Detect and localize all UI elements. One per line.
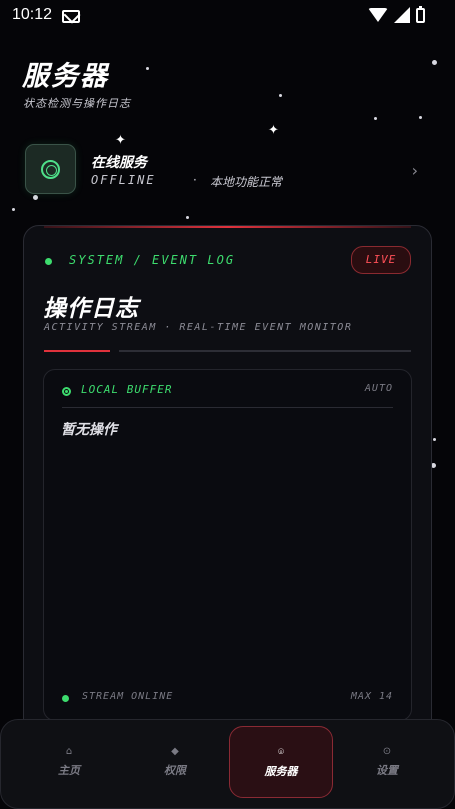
status-time: 10:12: [12, 6, 53, 23]
status-bar: 10:12: [0, 0, 455, 32]
page-title: 服务器: [22, 61, 109, 92]
nav-label: 权限: [164, 764, 186, 777]
buffer-max: MAX 14: [350, 691, 393, 702]
bottom-nav: ⌂ 主页 ◆ 权限 ⌾ 服务器 ⊙ 设置: [0, 719, 455, 809]
page-subtitle: 状态检测与操作日志: [23, 97, 131, 110]
service-icon-tile: [25, 144, 76, 194]
empty-state-text: 暂无操作: [61, 422, 117, 438]
local-buffer-panel[interactable]: LOCAL BUFFER AUTO 暂无操作 STREAM ONLINE MAX…: [43, 369, 412, 721]
home-icon: ⌂: [65, 746, 73, 757]
progress-track: [119, 350, 411, 352]
nav-label: 主页: [58, 764, 80, 777]
online-service-row[interactable]: 在线服务 OFFLINE · 本地功能正常 ›: [25, 144, 425, 196]
section-label: SYSTEM / EVENT LOG: [69, 253, 236, 267]
service-note: 本地功能正常: [210, 175, 283, 189]
chevron-right-icon: ›: [411, 161, 418, 180]
card-title: 操作日志: [43, 296, 139, 322]
stream-online-dot: [62, 695, 69, 702]
card-accent-line: [44, 226, 411, 228]
buffer-mode: AUTO: [364, 383, 393, 394]
diamond-icon: ◆: [171, 746, 179, 757]
nav-item-settings[interactable]: ⊙ 设置: [335, 726, 439, 798]
live-badge[interactable]: LIVE: [351, 246, 411, 274]
service-separator: ·: [193, 173, 197, 187]
signal-icon: [394, 7, 410, 23]
ring-icon: [41, 160, 60, 179]
nav-item-home[interactable]: ⌂ 主页: [17, 726, 121, 798]
nav-label: 服务器: [264, 765, 298, 778]
gear-icon: ⊙: [382, 746, 392, 757]
service-state: OFFLINE: [91, 173, 156, 187]
divider: [62, 407, 393, 408]
mail-icon: [62, 10, 80, 23]
wifi-icon: [368, 8, 388, 22]
stream-status: STREAM ONLINE: [82, 691, 174, 702]
stream-caption: ACTIVITY STREAM · REAL-TIME EVENT MONITO…: [44, 322, 353, 333]
nav-item-server[interactable]: ⌾ 服务器: [229, 726, 333, 798]
nav-item-permissions[interactable]: ◆ 权限: [123, 726, 227, 798]
service-name: 在线服务: [91, 155, 147, 171]
buffer-label: LOCAL BUFFER: [81, 383, 173, 396]
buffer-status-icon: [62, 387, 71, 396]
progress-active: [44, 350, 110, 352]
nav-label: 设置: [376, 764, 398, 777]
battery-icon: [416, 5, 425, 23]
event-log-card: SYSTEM / EVENT LOG LIVE 操作日志 ACTIVITY ST…: [23, 225, 432, 765]
status-dot: [45, 258, 52, 265]
status-icons: [368, 5, 425, 23]
server-icon: ⌾: [278, 747, 284, 758]
